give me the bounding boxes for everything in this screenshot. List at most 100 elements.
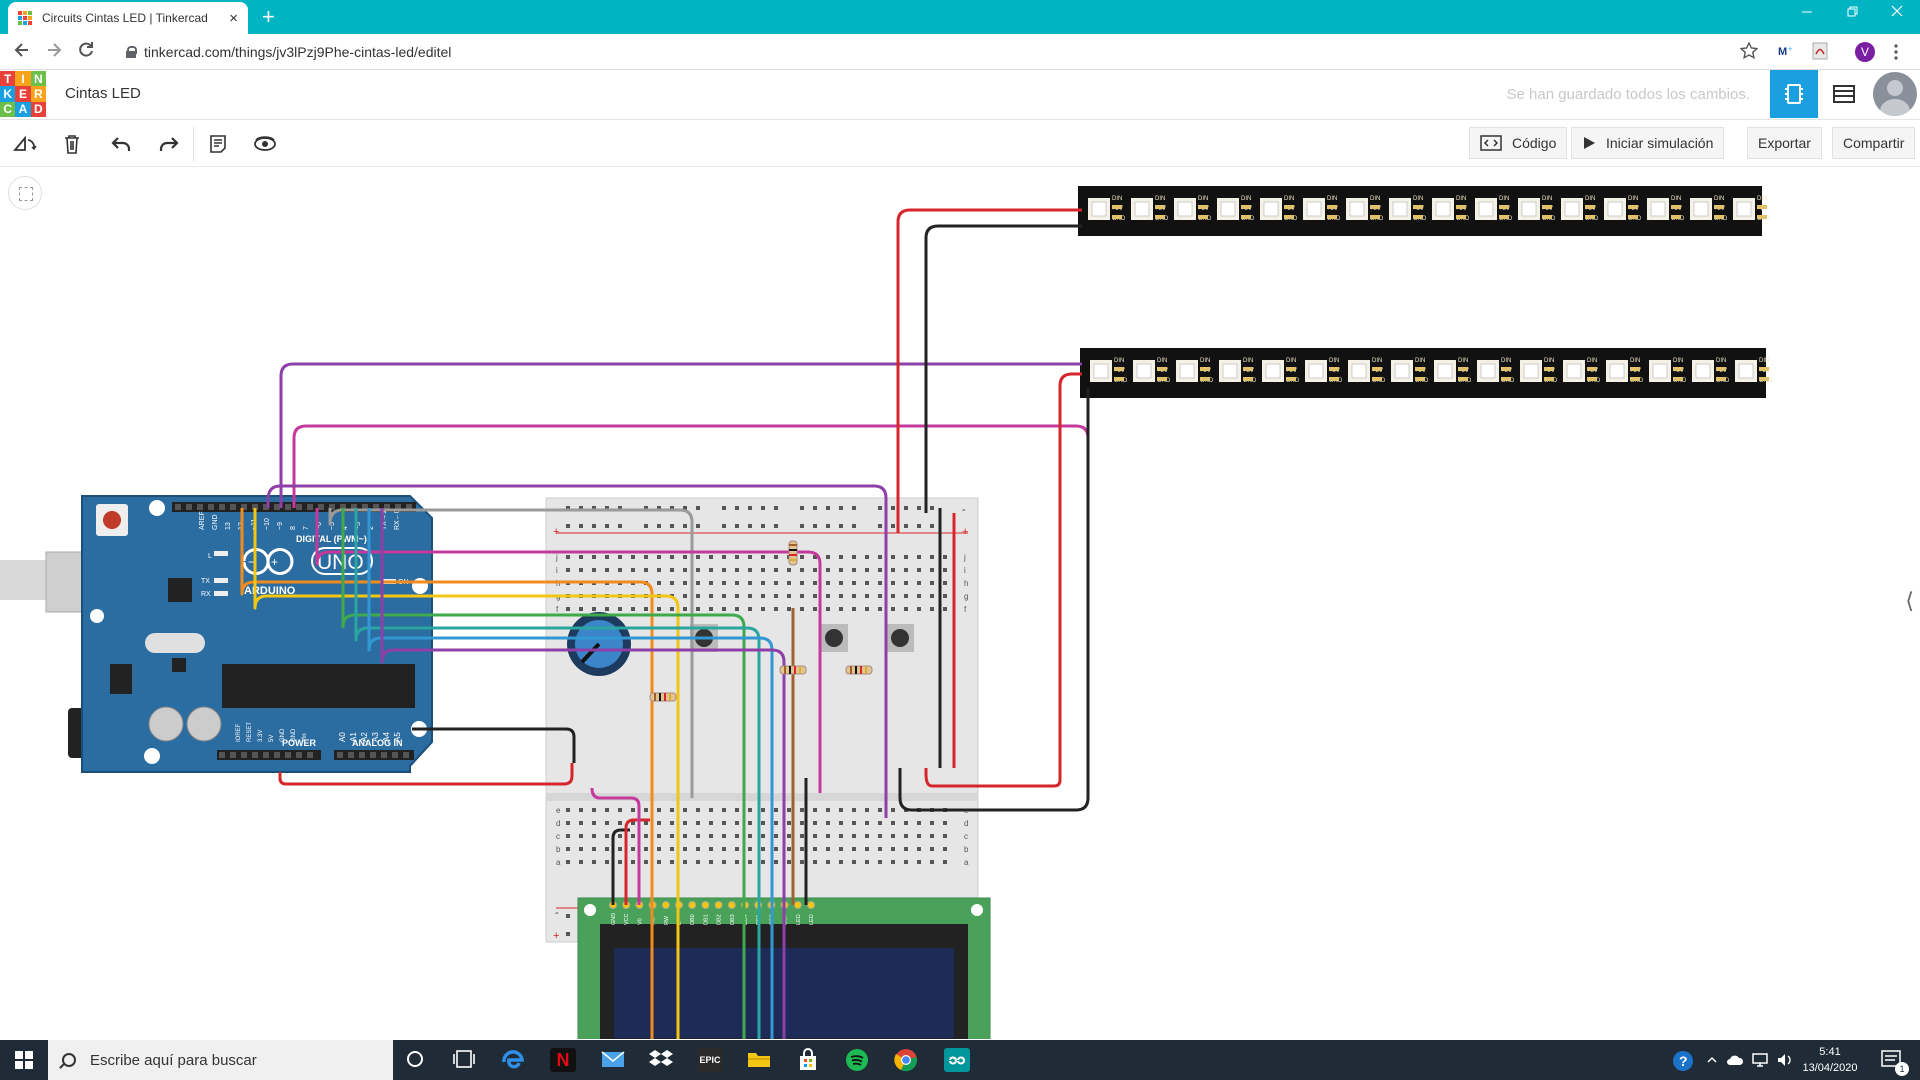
cortana-icon[interactable] xyxy=(404,1048,430,1072)
profile-avatar[interactable]: V xyxy=(1855,42,1875,62)
wire-gray[interactable] xyxy=(328,508,694,798)
neopixel-led[interactable]: DIN +5V GND xyxy=(1692,358,1730,384)
lcd-pin[interactable] xyxy=(741,901,749,909)
arduino-uno[interactable]: AREF GND 13 12 ~11 ~10 ~9 8 7 ~6 ~5 4 ~3 2 TX→1 RX←0 IOR… xyxy=(0,495,433,773)
restore-icon[interactable] xyxy=(1845,4,1859,18)
neopixel-strip-bottom[interactable]: DIN +5V GND DIN +5V GND DIN +5V GND DIN +5V GND DIN +… xyxy=(1080,348,1773,398)
neopixel-led[interactable]: DIN +5V GND xyxy=(1434,358,1472,384)
zoom-to-fit-button[interactable] xyxy=(8,176,42,210)
pushbutton[interactable] xyxy=(886,624,914,652)
wire-red[interactable] xyxy=(624,818,650,905)
wire-black[interactable] xyxy=(412,727,576,763)
resistor[interactable] xyxy=(845,665,873,675)
lcd-pin[interactable] xyxy=(727,901,736,909)
pdf-extension-icon[interactable] xyxy=(1812,42,1828,60)
lcd-pin[interactable] xyxy=(793,901,802,909)
delete-button[interactable] xyxy=(59,131,85,157)
neopixel-led[interactable]: DIN +5V GND xyxy=(1520,358,1558,384)
lcd-pin[interactable] xyxy=(688,901,697,909)
lcd-pin[interactable] xyxy=(661,901,670,909)
wire-purple[interactable] xyxy=(279,362,1082,508)
neopixel-led[interactable]: DIN +5V GND xyxy=(1604,196,1642,222)
back-icon[interactable] xyxy=(12,40,32,60)
reload-icon[interactable] xyxy=(76,40,96,60)
neopixel-led[interactable]: DIN +5V GND xyxy=(1131,196,1169,222)
share-button[interactable]: Compartir xyxy=(1832,127,1916,159)
notes-button[interactable] xyxy=(205,131,231,157)
export-button[interactable]: Exportar xyxy=(1747,127,1822,159)
chrome-icon[interactable] xyxy=(894,1048,920,1072)
chevron-up-icon[interactable] xyxy=(1706,1054,1718,1066)
start-simulation-button[interactable]: Iniciar simulación xyxy=(1571,127,1725,159)
task-view-icon[interactable] xyxy=(452,1048,478,1072)
resistor[interactable] xyxy=(788,540,798,566)
wire-teal[interactable] xyxy=(354,508,761,1039)
wire-magenta[interactable] xyxy=(292,424,1090,520)
breadboard[interactable]: j ji ih hg gf fe ed dc cb ba a + + - - + + - - xyxy=(545,497,979,943)
wire-purple[interactable] xyxy=(380,508,786,1039)
dropbox-icon[interactable] xyxy=(648,1048,674,1072)
wire-orange[interactable] xyxy=(240,508,654,1039)
resistor[interactable] xyxy=(649,692,677,702)
neopixel-led[interactable]: DIN +5V GND xyxy=(1090,358,1128,384)
design-title[interactable]: Cintas LED xyxy=(65,85,141,102)
lcd-pin[interactable] xyxy=(701,901,710,909)
neopixel-led[interactable]: DIN +5V GND xyxy=(1305,358,1343,384)
neopixel-led[interactable]: DIN +5V GND xyxy=(1561,196,1599,222)
neopixel-led[interactable]: DIN +5V GND xyxy=(1733,196,1771,222)
code-button[interactable]: Código xyxy=(1469,127,1568,159)
neopixel-led[interactable]: DIN +5V GND xyxy=(1563,358,1601,384)
component-list-button[interactable] xyxy=(1820,70,1868,118)
new-tab-button[interactable]: + xyxy=(262,4,275,30)
minimize-icon[interactable] xyxy=(1800,4,1814,18)
extension-icon[interactable]: M + xyxy=(1778,43,1798,59)
store-icon[interactable] xyxy=(796,1048,822,1072)
lcd-pin[interactable] xyxy=(754,901,763,909)
user-avatar[interactable] xyxy=(1873,72,1917,116)
menu-icon[interactable] xyxy=(1893,43,1899,61)
neopixel-led[interactable]: DIN +5V GND xyxy=(1518,196,1556,222)
start-button[interactable] xyxy=(0,1040,48,1080)
neopixel-led[interactable]: DIN +5V GND xyxy=(1176,358,1214,384)
help-icon[interactable]: ? xyxy=(1672,1050,1694,1072)
lcd-pin[interactable] xyxy=(767,901,776,909)
neopixel-led[interactable]: DIN +5V GND xyxy=(1303,196,1341,222)
neopixel-led[interactable]: DIN +5V GND xyxy=(1133,358,1171,384)
wire-red[interactable] xyxy=(278,763,574,786)
wire-black[interactable] xyxy=(924,224,1082,513)
neopixel-led[interactable]: DIN +5V GND xyxy=(1649,358,1687,384)
wire-magenta[interactable] xyxy=(590,787,641,905)
edge-icon[interactable] xyxy=(500,1048,526,1072)
side-panel-toggle[interactable]: ⟨ xyxy=(1905,588,1914,614)
tab-close-icon[interactable]: × xyxy=(229,10,238,27)
wire-purple[interactable] xyxy=(266,484,888,818)
wire-magenta[interactable] xyxy=(315,508,822,793)
lcd-pin[interactable] xyxy=(609,901,617,909)
neopixel-led[interactable]: DIN +5V GND xyxy=(1262,358,1300,384)
lcd-pin[interactable] xyxy=(622,901,631,909)
close-window-icon[interactable] xyxy=(1890,4,1904,18)
pushbutton[interactable] xyxy=(820,624,848,652)
potentiometer[interactable] xyxy=(567,612,631,676)
circuit-view-button[interactable] xyxy=(1770,70,1818,118)
epic-games-icon[interactable]: EPIC xyxy=(697,1048,723,1072)
lcd-pin[interactable] xyxy=(714,901,723,909)
lcd-pin[interactable] xyxy=(648,901,657,909)
forward-icon[interactable] xyxy=(44,40,64,60)
rotate-button[interactable] xyxy=(12,131,38,157)
circuit-canvas[interactable]: ⟨ DIN +5V GND DIN +5V GND DIN +5V GND DIN +5V GND DI… xyxy=(0,168,1920,1039)
file-explorer-icon[interactable] xyxy=(746,1048,772,1072)
wire-black[interactable] xyxy=(611,828,630,905)
neopixel-strip-top[interactable]: DIN +5V GND DIN +5V GND DIN +5V GND DIN +5V GND DIN +… xyxy=(1078,186,1771,236)
neopixel-led[interactable]: DIN +5V GND xyxy=(1735,358,1773,384)
lcd-16x2[interactable]: GND VCC V0 RS RW E DB0 DB1 DB2 DB3 DB4 DB5 DB6 DB7 LED… xyxy=(577,897,991,1039)
browser-tab[interactable]: Circuits Cintas LED | Tinkercad × xyxy=(8,2,248,34)
wire-yellow[interactable] xyxy=(253,508,680,1039)
tinkercad-logo[interactable]: TINKERCAD xyxy=(0,71,46,117)
undo-button[interactable] xyxy=(108,131,134,157)
wire-green[interactable] xyxy=(341,508,746,1039)
neopixel-led[interactable]: DIN +5V GND xyxy=(1690,196,1728,222)
lcd-pin[interactable] xyxy=(675,901,683,909)
visibility-button[interactable] xyxy=(252,131,278,157)
wire-red[interactable] xyxy=(924,372,1082,788)
